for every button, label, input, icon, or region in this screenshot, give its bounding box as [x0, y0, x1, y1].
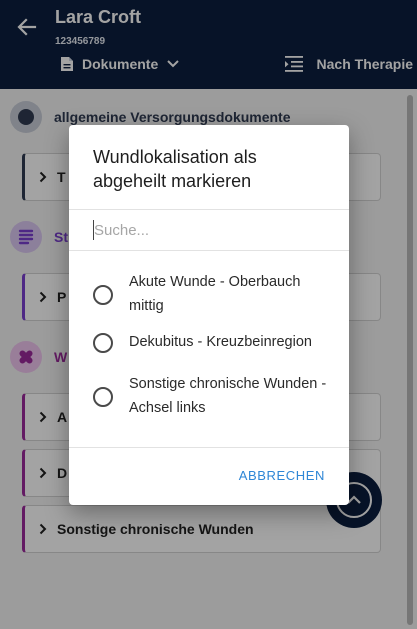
radio-button[interactable]: [93, 285, 113, 305]
wound-option[interactable]: Sonstige chronische Wunden - Achsel link…: [69, 372, 349, 420]
dialog-title: Wundlokalisation als abgeheilt markieren: [93, 147, 257, 191]
cancel-button[interactable]: ABBRECHEN: [239, 468, 325, 483]
text-cursor: [93, 220, 94, 240]
mark-healed-dialog: Wundlokalisation als abgeheilt markieren…: [69, 125, 349, 505]
search-field: [69, 210, 349, 250]
divider: [69, 250, 349, 251]
option-label: Sonstige chronische Wunden - Achsel link…: [129, 376, 327, 416]
wound-option[interactable]: Akute Wunde - Oberbauch mittig: [69, 270, 349, 318]
radio-button[interactable]: [93, 333, 113, 353]
search-input[interactable]: [93, 219, 325, 241]
wound-option[interactable]: Dekubitus - Kreuzbeinregion: [69, 330, 349, 354]
option-label: Akute Wunde - Oberbauch mittig: [129, 274, 301, 314]
divider: [69, 447, 349, 448]
radio-button[interactable]: [93, 387, 113, 407]
option-label: Dekubitus - Kreuzbeinregion: [129, 334, 312, 350]
